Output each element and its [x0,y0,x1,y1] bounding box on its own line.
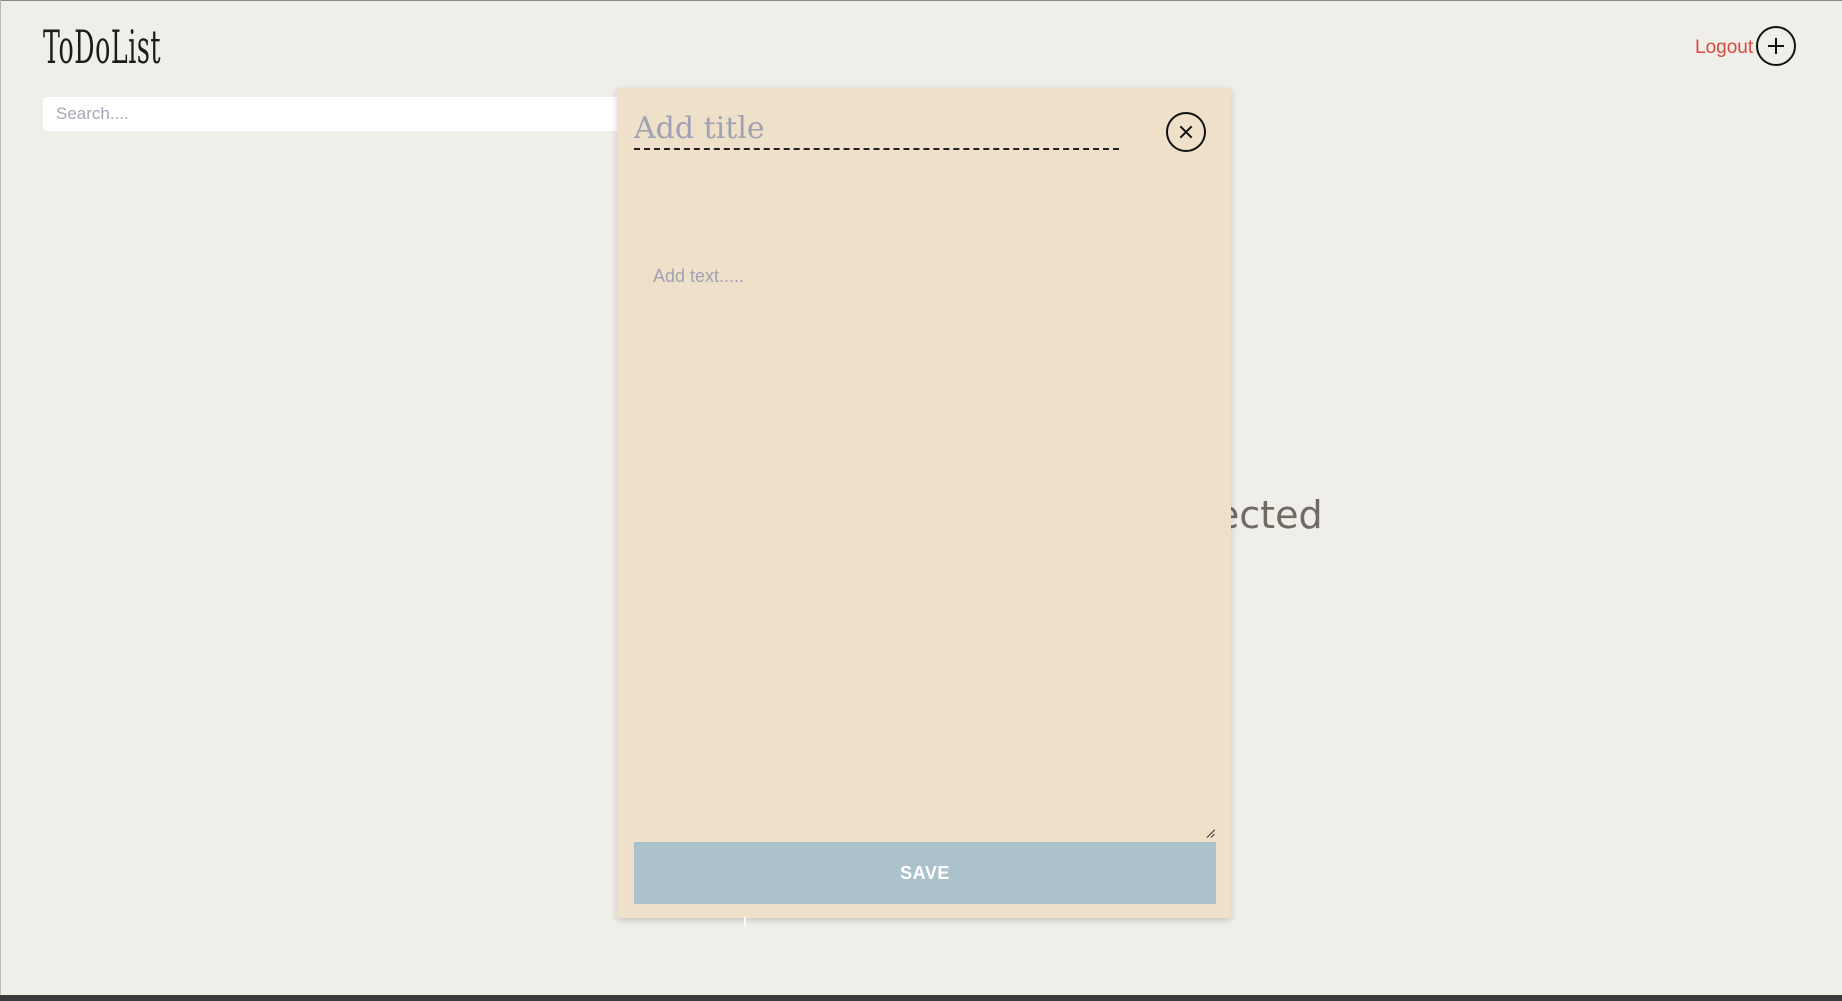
add-task-modal: SAVE [617,88,1231,918]
window-top-border [0,0,1842,1]
resize-handle-icon[interactable] [1206,828,1216,838]
app-title: ToDoList [43,20,162,74]
window-left-border [0,0,1,1001]
title-input[interactable] [634,110,1119,150]
add-task-button[interactable] [1756,26,1796,66]
close-modal-button[interactable] [1166,112,1206,152]
text-area-wrapper [634,172,1216,842]
logout-link[interactable]: Logout [1695,36,1753,60]
save-button[interactable]: SAVE [634,842,1216,904]
search-input[interactable] [43,97,623,131]
text-input[interactable] [634,172,1216,842]
cursor-mark [744,917,746,926]
window-bottom-bar [0,995,1842,1001]
